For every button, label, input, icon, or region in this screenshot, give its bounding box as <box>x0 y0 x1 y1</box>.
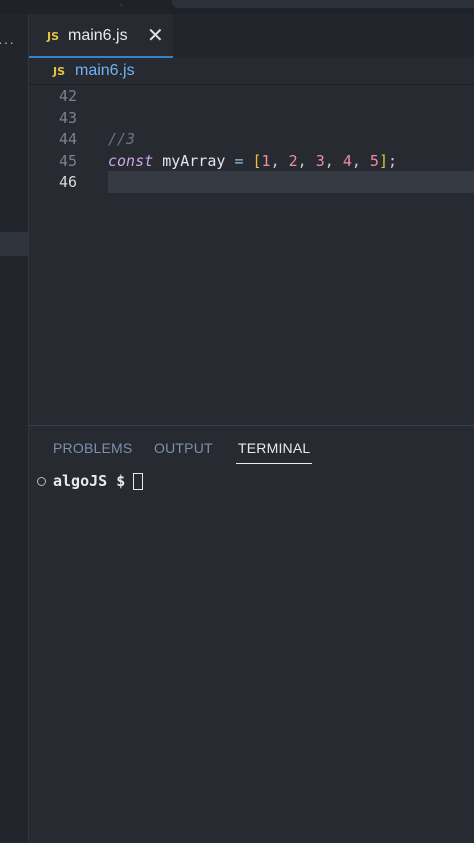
code-token: ] <box>378 151 388 170</box>
title-bar: , <box>0 0 474 14</box>
active-tab-underline <box>236 463 313 464</box>
code-line[interactable]: 42 <box>29 85 474 107</box>
code-line[interactable]: 43 <box>29 107 474 129</box>
tab-main6-js[interactable]: JS main6.js ✕ <box>29 14 173 58</box>
code-token: const <box>108 151 154 170</box>
tab-output[interactable]: OUTPUT <box>154 440 213 456</box>
line-number: 44 <box>58 130 77 148</box>
terminal-prompt: algoJS $ <box>53 472 126 490</box>
javascript-file-icon: JS <box>53 65 66 78</box>
breadcrumb: JS main6.js <box>29 58 474 85</box>
code-token: myArray <box>162 151 226 170</box>
code-token: 5 <box>369 151 379 170</box>
code-token: , <box>324 151 343 170</box>
code-token: 2 <box>288 151 298 170</box>
line-number: 42 <box>58 87 77 105</box>
tab-problems[interactable]: PROBLEMS <box>53 440 132 456</box>
close-icon[interactable]: ✕ <box>147 23 164 48</box>
terminal-status-dot-icon <box>37 476 46 486</box>
tab-terminal[interactable]: TERMINAL <box>236 440 313 464</box>
line-number: 43 <box>58 108 77 127</box>
bottom-panel: PROBLEMS OUTPUT TERMINAL algoJS $ <box>29 425 474 843</box>
activity-bar: ··· <box>0 14 29 842</box>
activity-bar-active-item[interactable] <box>0 232 28 256</box>
current-line-highlight <box>108 171 474 193</box>
code-editor[interactable]: 42 43 44//3 45 const myArray = [1, 2, 3, 4, … <box>29 85 474 425</box>
tab-title: main6.js <box>68 27 128 44</box>
line-number: 45 <box>58 151 77 170</box>
command-center[interactable] <box>172 0 474 8</box>
code-token: [ <box>252 151 262 170</box>
code-token: , <box>297 151 316 170</box>
code-text: const myArray = [1, 2, 3, 4, 5]; <box>108 150 397 172</box>
title-bar-caret: , <box>120 0 123 7</box>
code-line[interactable]: 46 <box>29 171 474 193</box>
code-line[interactable]: 45 const myArray = [1, 2, 3, 4, 5]; <box>29 150 474 172</box>
more-icon[interactable]: ··· <box>0 34 15 50</box>
code-text: //3 <box>108 128 135 150</box>
code-token: ; <box>387 151 397 170</box>
code-token: //3 <box>108 130 136 148</box>
editor-tabs: JS main6.js ✕ <box>29 14 474 58</box>
code-token: , <box>351 151 370 170</box>
tab-terminal-label: TERMINAL <box>238 440 311 456</box>
code-token: 3 <box>315 151 325 170</box>
javascript-file-icon: JS <box>47 30 60 43</box>
code-token: 4 <box>342 151 352 170</box>
terminal-cursor <box>133 472 144 490</box>
code-token: , <box>270 151 289 170</box>
line-number: 46 <box>58 173 77 191</box>
code-token: 1 <box>261 151 271 170</box>
terminal-prompt-line[interactable]: algoJS $ <box>37 470 144 492</box>
breadcrumb-file[interactable]: main6.js <box>75 62 135 80</box>
code-line[interactable]: 44 //3 <box>29 128 474 150</box>
